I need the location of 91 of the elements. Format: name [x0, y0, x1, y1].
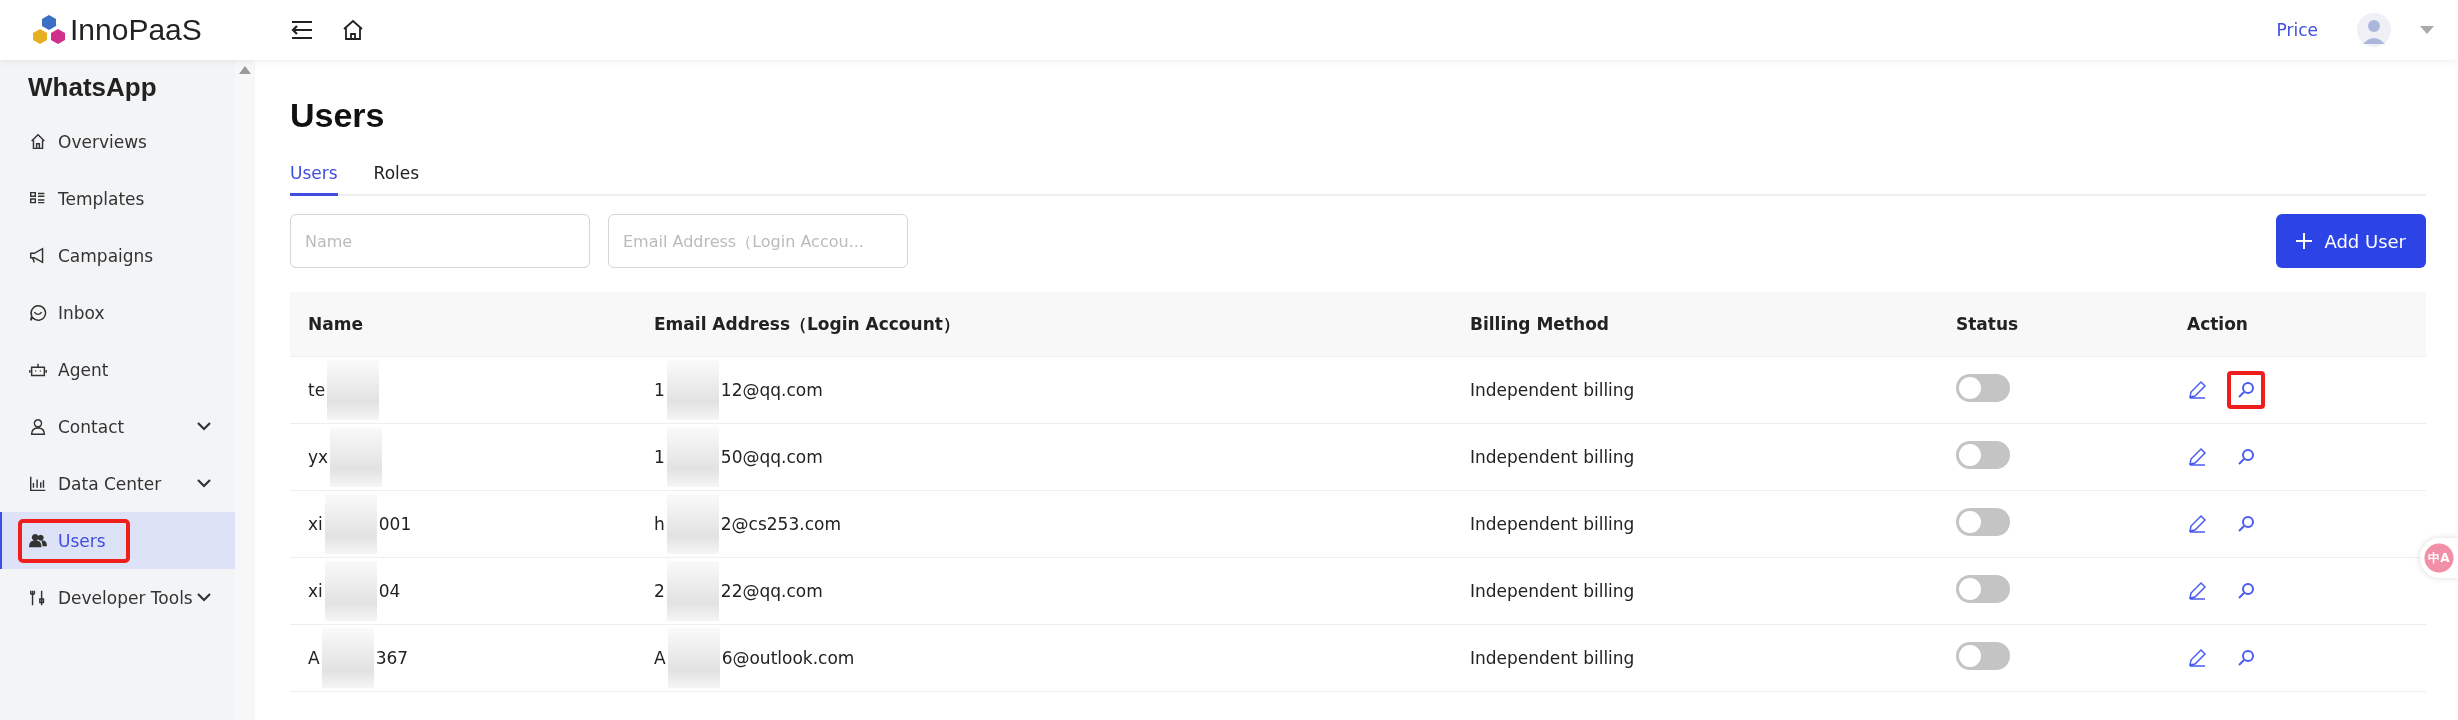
- chat-icon: [28, 302, 48, 323]
- edit-pencil-icon[interactable]: [2187, 648, 2207, 668]
- name-text: A: [308, 648, 320, 668]
- sidebar-item[interactable]: Developer Tools: [0, 569, 235, 626]
- home-icon: [28, 131, 48, 152]
- brand-name: InnoPaaS: [70, 13, 202, 47]
- status-switch[interactable]: [1956, 374, 2010, 402]
- magnifier-icon[interactable]: [2237, 649, 2255, 667]
- billing-text: Independent billing: [1470, 581, 1635, 601]
- blurred-patch: [666, 561, 719, 621]
- price-link[interactable]: Price: [2276, 20, 2318, 40]
- sidebar-item[interactable]: Agent: [0, 341, 235, 398]
- status-switch[interactable]: [1956, 575, 2010, 603]
- blurred-patch: [667, 628, 720, 688]
- blurred-patch: [327, 360, 380, 420]
- column-header: Email Address（Login Account）: [654, 313, 960, 334]
- sidebar-label: Developer Tools: [58, 587, 193, 608]
- status-switch[interactable]: [1956, 441, 2010, 469]
- email-text: 6@outlook.com: [721, 648, 855, 668]
- email-text: 2@cs253.com: [720, 514, 841, 534]
- email-text: 22@qq.com: [720, 581, 823, 601]
- sidebar-item[interactable]: Users: [0, 512, 235, 569]
- billing-text: Independent billing: [1470, 648, 1635, 668]
- status-switch[interactable]: [1956, 508, 2010, 536]
- name-text: 367: [375, 648, 409, 668]
- sidebar-label: Data Center: [58, 473, 162, 494]
- plus-icon: [2296, 233, 2313, 249]
- column-header: Action: [2187, 314, 2248, 334]
- sidebar-item[interactable]: Overviews: [0, 113, 235, 170]
- billing-text: Independent billing: [1470, 514, 1635, 534]
- sidebar-item[interactable]: Templates: [0, 170, 235, 227]
- email-text: 1: [654, 380, 665, 400]
- sidebar-label: Templates: [58, 188, 145, 209]
- magnifier-icon[interactable]: [2237, 582, 2255, 600]
- tab[interactable]: Users: [290, 155, 338, 196]
- billing-text: Independent billing: [1470, 380, 1635, 400]
- name-text: 001: [378, 514, 412, 534]
- sidebar-item[interactable]: Inbox: [0, 284, 235, 341]
- logo-icon: [32, 13, 66, 47]
- column-header: Status: [1956, 314, 2019, 334]
- magnifier-icon[interactable]: [2237, 381, 2255, 399]
- add-user-button[interactable]: Add User: [2276, 214, 2426, 268]
- filter-field[interactable]: Email Address（Login Accou...: [608, 214, 908, 268]
- blurred-patch: [324, 494, 377, 554]
- status-switch[interactable]: [1956, 642, 2010, 670]
- billing-text: Independent billing: [1470, 447, 1635, 467]
- edit-pencil-icon[interactable]: [2187, 581, 2207, 601]
- chevron-down-icon[interactable]: [197, 479, 211, 488]
- magnifier-icon[interactable]: [2237, 448, 2255, 466]
- email-text: 1: [654, 447, 665, 467]
- column-header: Name: [308, 314, 363, 334]
- page-title: Users: [290, 96, 386, 135]
- name-text: te: [308, 380, 326, 400]
- blurred-patch: [330, 427, 383, 487]
- column-header: Billing Method: [1470, 314, 1609, 334]
- person-icon: [28, 416, 48, 437]
- sidebar-title: WhatsApp: [27, 71, 158, 104]
- blurred-patch: [666, 360, 719, 420]
- sidebar-label: Campaigns: [58, 245, 154, 266]
- sidebar-item[interactable]: Data Center: [0, 455, 235, 512]
- sidebar-label: Overviews: [58, 131, 147, 152]
- email-text: A: [654, 648, 666, 668]
- chevron-down-icon[interactable]: [197, 593, 211, 602]
- blurred-patch: [324, 561, 377, 621]
- email-text: 2: [654, 581, 665, 601]
- name-text: xi: [308, 514, 323, 534]
- email-text: 12@qq.com: [720, 380, 823, 400]
- email-text: h: [654, 514, 665, 534]
- home-icon[interactable]: [342, 19, 364, 41]
- filter-field[interactable]: Name: [290, 214, 590, 268]
- edit-pencil-icon[interactable]: [2187, 514, 2207, 534]
- email-text: 50@qq.com: [720, 447, 823, 467]
- chevron-down-icon[interactable]: [197, 422, 211, 431]
- tab[interactable]: Roles: [373, 155, 420, 196]
- name-text: xi: [308, 581, 323, 601]
- blurred-patch: [666, 427, 719, 487]
- name-text: yx: [308, 447, 329, 467]
- blurred-patch: [666, 494, 719, 554]
- name-text: 04: [378, 581, 401, 601]
- sidebar-label: Contact: [58, 416, 125, 437]
- edit-pencil-icon[interactable]: [2187, 380, 2207, 400]
- sidebar-label: Users: [58, 530, 106, 551]
- sidebar-item[interactable]: Contact: [0, 398, 235, 455]
- sidebar-label: Inbox: [58, 302, 105, 323]
- sidebar-label: Agent: [58, 359, 109, 380]
- blurred-patch: [321, 628, 374, 688]
- scroll-up-arrow-icon[interactable]: [239, 66, 251, 74]
- magnifier-icon[interactable]: [2237, 515, 2255, 533]
- edit-pencil-icon[interactable]: [2187, 447, 2207, 467]
- sidebar-item[interactable]: Campaigns: [0, 227, 235, 284]
- collapse-menu-icon[interactable]: [290, 20, 314, 40]
